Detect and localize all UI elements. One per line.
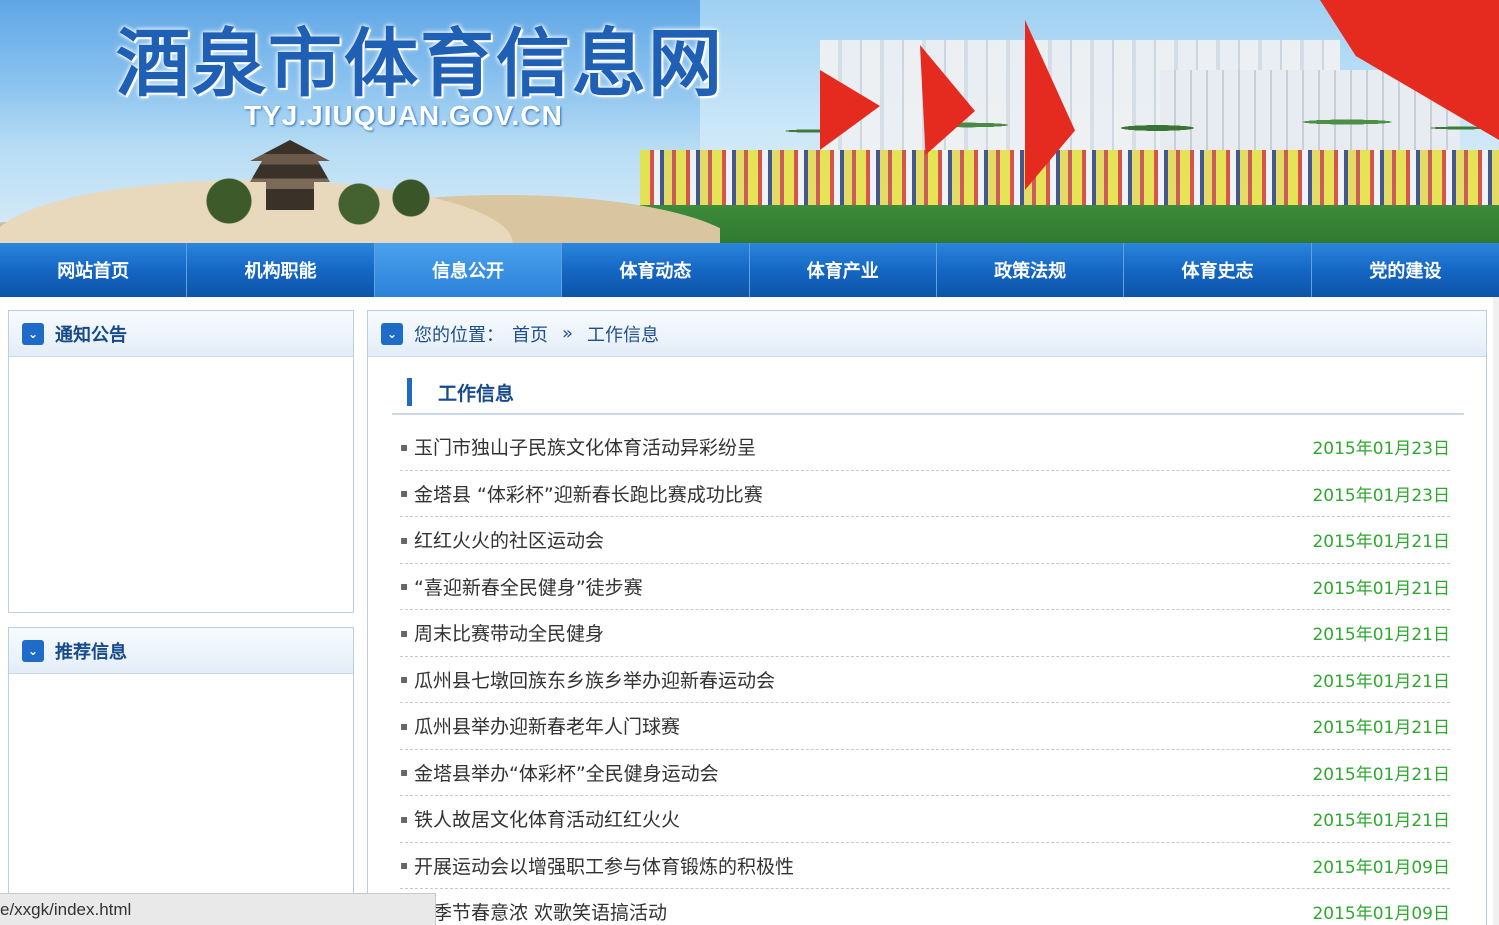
list-item[interactable]: ▪ “喜迎新春全民健身”徒步赛 2015年01月21日 — [400, 564, 1450, 610]
article-title[interactable]: 铁人故居文化体育活动红红火火 — [414, 805, 1310, 832]
site-domain: TYJ.JIUQUAN.GOV.CN — [244, 100, 563, 131]
list-item[interactable]: ▪ 红红火火的社区运动会 2015年01月21日 — [400, 517, 1450, 564]
breadcrumb-prefix: 您的位置： — [414, 324, 504, 346]
scrollbar-track[interactable] — [1493, 297, 1499, 925]
list-item[interactable]: ▪ 周末比赛带动全民健身 2015年01月21日 — [400, 610, 1450, 657]
bullet-icon: ▪ — [400, 625, 409, 640]
article-title[interactable]: 瓜州县举办迎新春老年人门球赛 — [414, 712, 1310, 739]
section-heading: 工作信息 — [392, 371, 1464, 415]
article-date: 2015年01月21日 — [1312, 764, 1450, 785]
heading-accent-bar — [407, 378, 412, 406]
article-date: 2015年01月23日 — [1312, 485, 1450, 506]
list-item[interactable]: ▪ 玉门市独山子民族文化体育活动异彩纷呈 2015年01月23日 — [400, 424, 1450, 471]
header-banner: 酒泉市体育信息网 TYJ.JIUQUAN.GOV.CN — [0, 0, 1499, 243]
nav-item-sports-industry[interactable]: 体育产业 — [750, 243, 937, 297]
bullet-icon: ▪ — [400, 486, 409, 501]
list-item[interactable]: ▪ 金塔县举办“体彩杯”全民健身运动会 2015年01月21日 — [400, 750, 1450, 796]
bullet-icon: ▪ — [400, 858, 409, 873]
bullet-icon: ▪ — [400, 672, 409, 687]
nav-item-organization[interactable]: 机构职能 — [187, 243, 375, 297]
banner-field — [640, 205, 1499, 243]
nav-item-history[interactable]: 体育史志 — [1124, 243, 1312, 297]
article-date: 2015年01月21日 — [1312, 625, 1450, 646]
list-item[interactable]: ▪ 金塔县 “体彩杯”迎新春长跑比赛成功比赛 2015年01月23日 — [400, 471, 1450, 517]
bullet-icon: ▪ — [400, 718, 409, 733]
section-title: 工作信息 — [438, 382, 515, 405]
list-item[interactable]: ▪ 铁人故居文化体育活动红红火火 2015年01月21日 — [400, 796, 1450, 843]
breadcrumb-separator: » — [562, 323, 574, 344]
main-nav: 网站首页 机构职能 信息公开 体育动态 体育产业 政策法规 体育史志 党的建设 — [0, 243, 1499, 297]
site-title: 酒泉市体育信息网 — [116, 21, 724, 107]
article-date: 2015年01月09日 — [1312, 904, 1450, 925]
breadcrumb-current-link[interactable]: 工作信息 — [587, 321, 659, 347]
article-title[interactable]: 金塔县 “体彩杯”迎新春长跑比赛成功比赛 — [414, 480, 1310, 507]
article-date: 2015年01月21日 — [1312, 811, 1450, 832]
recommend-panel-title: 推荐信息 — [55, 641, 127, 663]
article-date: 2015年01月21日 — [1312, 718, 1450, 739]
article-date: 2015年01月23日 — [1312, 439, 1450, 460]
notice-panel-header: ⌄ 通知公告 — [9, 311, 353, 357]
chevron-down-icon[interactable]: ⌄ — [22, 639, 44, 662]
chevron-down-icon[interactable]: ⌄ — [22, 322, 44, 345]
nav-item-info-disclosure[interactable]: 信息公开 — [374, 243, 563, 297]
article-title[interactable]: 周末比赛带动全民健身 — [414, 619, 1310, 646]
article-title[interactable]: 金塔县举办“体彩杯”全民健身运动会 — [414, 759, 1310, 786]
article-date: 2015年01月21日 — [1312, 578, 1450, 599]
status-url: e/xxgk/index.html — [0, 899, 132, 919]
breadcrumb: ⌄ 您的位置： 首页 » 工作信息 — [368, 311, 1486, 357]
breadcrumb-home-link[interactable]: 首页 — [512, 321, 548, 347]
chevron-down-icon: ⌄ — [381, 322, 403, 345]
article-list: ▪ 玉门市独山子民族文化体育活动异彩纷呈 2015年01月23日 ▪ 金塔县 “体彩杯… — [400, 424, 1450, 925]
list-item[interactable]: ▪ 开展运动会以增强职工参与体育锻炼的积极性 2015年01月09日 — [400, 843, 1450, 889]
article-date: 2015年01月09日 — [1312, 857, 1450, 878]
bullet-icon: ▪ — [400, 811, 409, 826]
article-date: 2015年01月21日 — [1312, 532, 1450, 553]
bullet-icon: ▪ — [400, 532, 409, 547]
bullet-icon: ▪ — [400, 439, 409, 454]
content-panel: ⌄ 您的位置： 首页 » 工作信息 工作信息 ▪ 玉门市独山子民族文化体育活动异彩… — [367, 310, 1487, 925]
nav-item-sports-news[interactable]: 体育动态 — [562, 243, 750, 297]
article-title[interactable]: 玉门市独山子民族文化体育活动异彩纷呈 — [414, 433, 1310, 460]
nav-item-policy[interactable]: 政策法规 — [937, 243, 1125, 297]
list-item[interactable]: ▪冬季节春意浓 欢歌笑语搞活动2015年01月09日 — [400, 889, 1450, 925]
article-title[interactable]: “喜迎新春全民健身”徒步赛 — [414, 573, 1310, 600]
bullet-icon: ▪ — [400, 579, 409, 594]
article-title[interactable]: 瓜州县七墩回族东乡族乡举办迎新春运动会 — [414, 666, 1310, 693]
list-item[interactable]: ▪ 瓜州县七墩回族东乡族乡举办迎新春运动会 2015年01月21日 — [400, 657, 1450, 703]
article-title[interactable]: 冬季节春意浓 欢歌笑语搞活动 — [414, 898, 1310, 925]
nav-item-party[interactable]: 党的建设 — [1312, 243, 1499, 297]
browser-status-bar: e/xxgk/index.html — [0, 893, 436, 925]
nav-item-home[interactable]: 网站首页 — [0, 243, 188, 297]
notice-panel-title: 通知公告 — [55, 324, 127, 346]
recommend-panel: ⌄ 推荐信息 — [8, 627, 354, 925]
article-title[interactable]: 开展运动会以增强职工参与体育锻炼的积极性 — [414, 852, 1310, 879]
bullet-icon: ▪ — [400, 765, 409, 780]
article-title[interactable]: 红红火火的社区运动会 — [414, 526, 1310, 553]
list-item[interactable]: ▪ 瓜州县举办迎新春老年人门球赛 2015年01月21日 — [400, 703, 1450, 750]
recommend-panel-header: ⌄ 推荐信息 — [9, 628, 353, 674]
article-date: 2015年01月21日 — [1312, 671, 1450, 692]
notice-panel: ⌄ 通知公告 — [8, 310, 354, 613]
